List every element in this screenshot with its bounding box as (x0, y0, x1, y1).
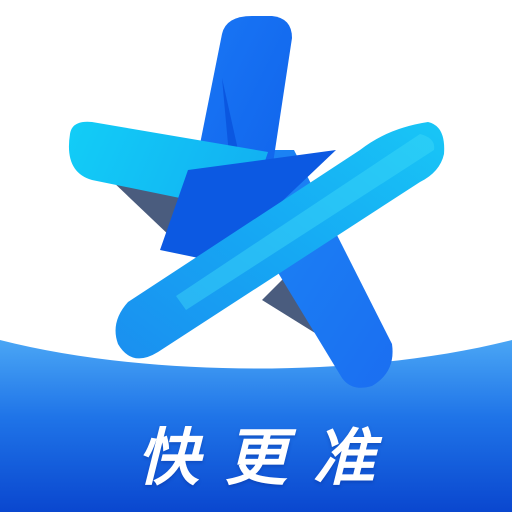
tagline-text: 快更准 (136, 421, 401, 494)
app-icon[interactable]: 快更准 (0, 0, 512, 512)
